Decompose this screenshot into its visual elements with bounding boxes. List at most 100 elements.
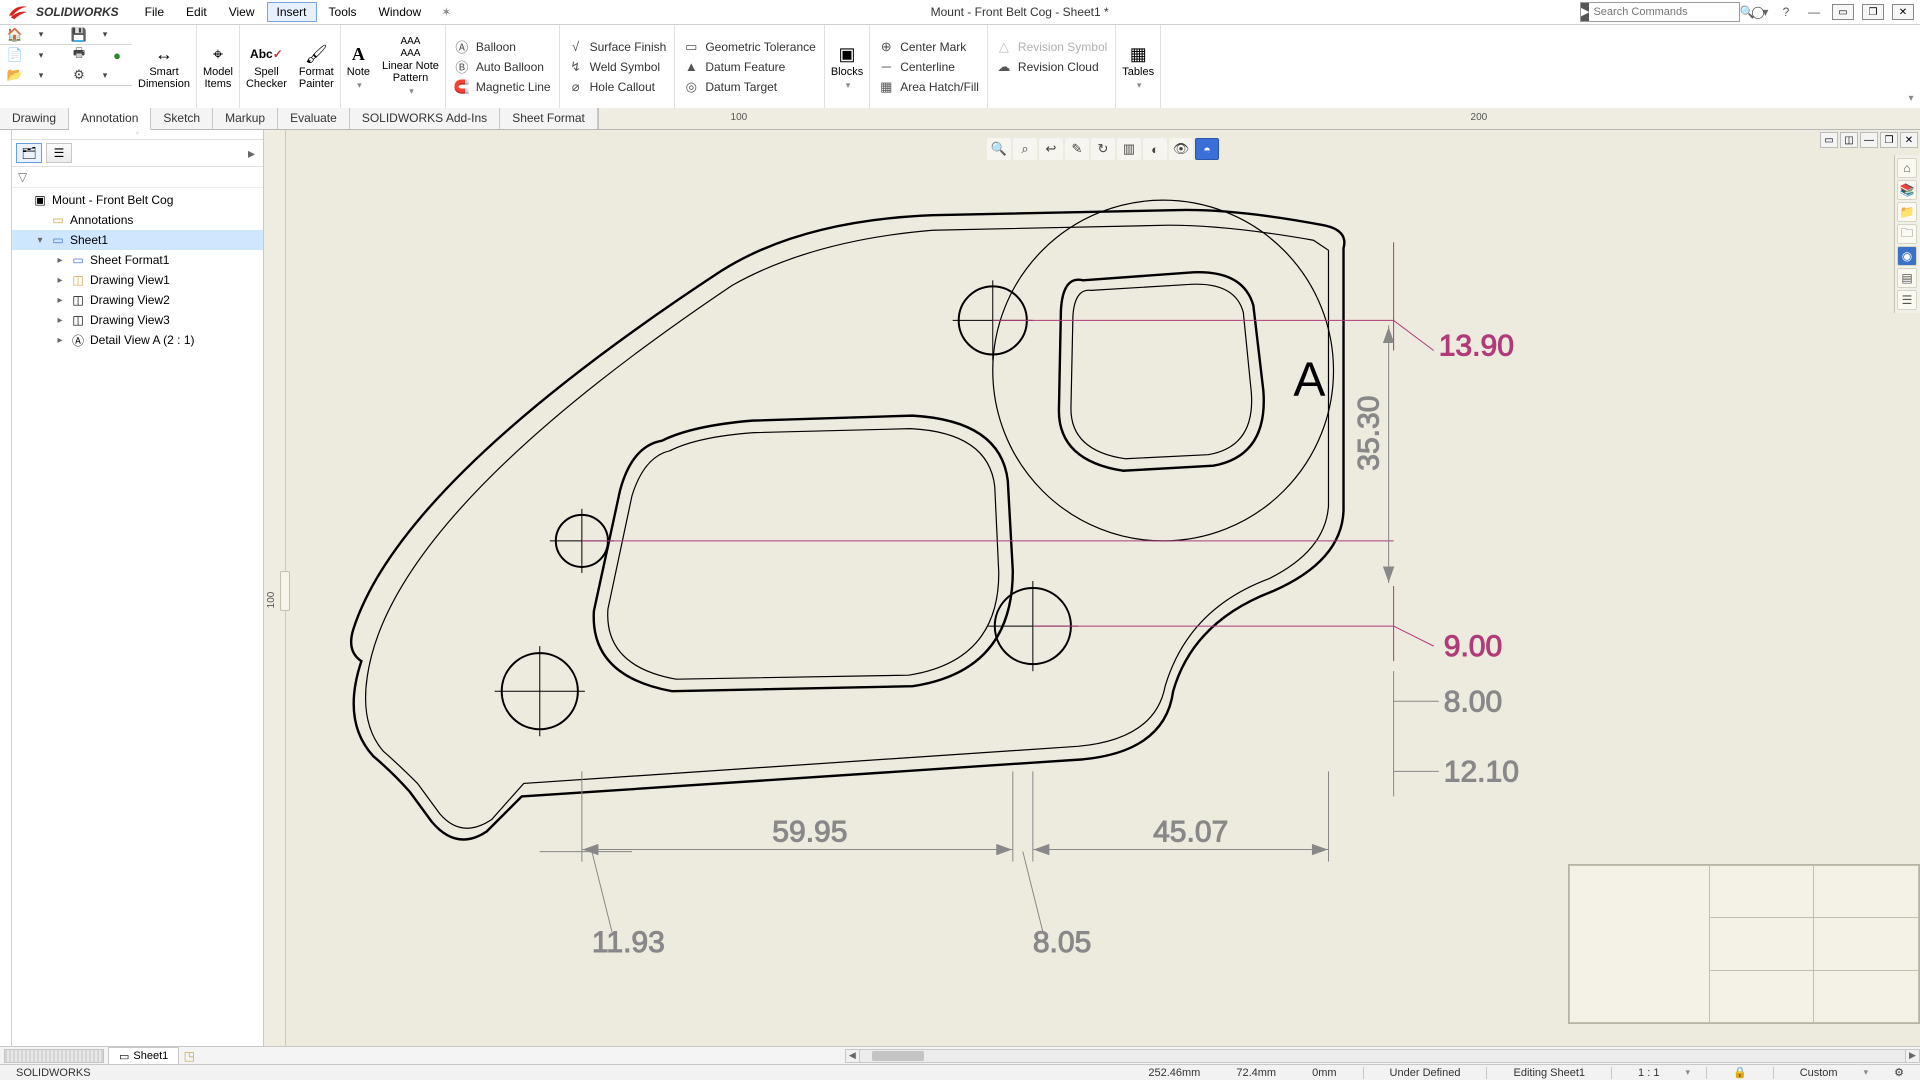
title-block[interactable]	[1568, 864, 1920, 1024]
status-state: Under Defined	[1380, 1067, 1471, 1079]
tree-view2[interactable]: ▸◫Drawing View2	[12, 290, 263, 310]
tree-annotations[interactable]: ▭Annotations	[12, 210, 263, 230]
options-dd-icon[interactable]: ▾	[94, 66, 116, 84]
tree-sheet-format[interactable]: ▸▭Sheet Format1	[12, 250, 263, 270]
tree-detail-a[interactable]: ▸ⒶDetail View A (2 : 1)	[12, 330, 263, 350]
format-icon: ▭	[70, 253, 86, 267]
detail-label[interactable]: A	[1293, 353, 1325, 407]
tables-button[interactable]: ▦Tables▾	[1116, 25, 1160, 108]
tree-view1[interactable]: ▸◫Drawing View1	[12, 270, 263, 290]
filter-icon[interactable]: ▽	[18, 170, 27, 184]
open-icon[interactable]: 📂	[4, 66, 26, 84]
maximize-button[interactable]: ❐	[1862, 4, 1884, 20]
dim-45-07[interactable]: 45.07	[1153, 816, 1228, 849]
menu-edit[interactable]: Edit	[176, 2, 217, 22]
format-painter-button[interactable]: 🖌Format Painter	[293, 25, 340, 108]
save-dd-icon[interactable]: ▾	[94, 26, 116, 44]
model-items-button[interactable]: ⌖Model Items	[197, 25, 239, 108]
scroll-right-icon[interactable]: ▶	[1905, 1050, 1919, 1062]
minimize-button[interactable]: —	[1804, 4, 1824, 20]
status-scale[interactable]: 1 : 1	[1628, 1067, 1669, 1079]
tree-root[interactable]: ▣Mount - Front Belt Cog	[12, 190, 263, 210]
blocks-button[interactable]: ▣Blocks▾	[825, 25, 869, 108]
menu-view[interactable]: View	[219, 2, 265, 22]
menu-window[interactable]: Window	[369, 2, 432, 22]
tab-markup[interactable]: Markup	[213, 108, 278, 129]
tab-annotation[interactable]: Annotation	[69, 108, 151, 130]
tab-sketch[interactable]: Sketch	[151, 108, 213, 129]
restore-button[interactable]: ▭	[1832, 4, 1854, 20]
surface-finish-button[interactable]: √Surface Finish	[568, 38, 667, 56]
dim-35-30[interactable]: 35.30	[1353, 396, 1386, 471]
home-icon[interactable]: 🏠	[4, 26, 26, 44]
status-units[interactable]: Custom	[1790, 1067, 1848, 1079]
menu-file[interactable]: File	[135, 2, 174, 22]
sheet-tab-1[interactable]: ▭Sheet1	[108, 1047, 179, 1065]
dim-9-00[interactable]: 9.00	[1444, 630, 1502, 663]
area-hatch-button[interactable]: ▦Area Hatch/Fill	[878, 78, 979, 96]
scale-dd-icon[interactable]: ▾	[1685, 1067, 1690, 1078]
drawing-canvas[interactable]: ▭ ◫ — ❐ ✕ 🔍 ⌕ ↩ ✎ ↻ ▥ ◐ 👁 ◓ ⌂ 📚 📁 🗀 ◉ ▤ …	[286, 130, 1920, 1052]
tab-drawing[interactable]: Drawing	[0, 108, 69, 129]
tab-addins[interactable]: SOLIDWORKS Add-Ins	[350, 108, 500, 129]
panel-drag-handle[interactable]	[12, 130, 263, 140]
new-dd-icon[interactable]: ▾	[30, 46, 52, 64]
pin-icon[interactable]: ✶	[433, 2, 459, 22]
linear-note-pattern-button[interactable]: AAAAAALinear Note Pattern▾	[376, 25, 445, 108]
save-icon[interactable]: 💾	[68, 26, 90, 44]
user-icon[interactable]: ◯	[1748, 4, 1768, 20]
add-sheet-button[interactable]: ◳	[179, 1049, 199, 1063]
horizontal-scrollbar[interactable]: ◀ ▶	[845, 1049, 1920, 1063]
scroll-left-icon[interactable]: ◀	[846, 1050, 860, 1062]
search-commands[interactable]: ▶ 🔍 ▾	[1580, 2, 1740, 22]
status-config-icon[interactable]: ⚙	[1884, 1066, 1914, 1079]
rebuild-icon[interactable]: ●	[106, 46, 128, 64]
folder-icon: ▭	[50, 213, 66, 227]
balloon-button[interactable]: ⒶBalloon	[454, 38, 551, 56]
help-icon[interactable]: ?	[1776, 4, 1796, 20]
magnetic-line-button[interactable]: 🧲Magnetic Line	[454, 78, 551, 96]
geometric-tolerance-button[interactable]: ▭Geometric Tolerance	[683, 38, 816, 56]
status-lock-icon[interactable]: 🔒	[1723, 1066, 1757, 1079]
open-dd-icon[interactable]: ▾	[30, 66, 52, 84]
feature-tree-tab[interactable]: 🗂	[16, 143, 42, 163]
property-tab[interactable]: ☰	[46, 143, 72, 163]
units-dd-icon[interactable]: ▾	[1864, 1067, 1869, 1078]
tab-sheet-format[interactable]: Sheet Format	[500, 108, 598, 129]
center-mark-button[interactable]: ⊕Center Mark	[878, 38, 979, 56]
search-input[interactable]	[1589, 6, 1735, 18]
revision-cloud-button[interactable]: ☁Revision Cloud	[996, 58, 1107, 76]
rev-symbol-icon: △	[996, 39, 1012, 55]
menu-tools[interactable]: Tools	[319, 2, 367, 22]
search-prefix-icon: ▶	[1581, 3, 1589, 21]
weld-symbol-button[interactable]: ↯Weld Symbol	[568, 58, 667, 76]
note-button[interactable]: ANote▾	[341, 25, 376, 108]
menu-insert[interactable]: Insert	[267, 2, 317, 22]
dim-59-95[interactable]: 59.95	[772, 816, 847, 849]
spell-checker-button[interactable]: Abc✓Spell Checker	[240, 25, 293, 108]
tree-view3[interactable]: ▸◫Drawing View3	[12, 310, 263, 330]
ribbon-collapse-icon[interactable]: ▾	[1902, 25, 1920, 108]
options-icon[interactable]: ⚙	[68, 66, 90, 84]
dim-13-90[interactable]: 13.90	[1439, 329, 1514, 362]
dim-8-00[interactable]: 8.00	[1444, 685, 1502, 718]
tab-scroll-handle[interactable]	[4, 1049, 104, 1063]
dim-8-05[interactable]: 8.05	[1033, 926, 1091, 959]
dim-12-10[interactable]: 12.10	[1444, 755, 1519, 788]
auto-balloon-button[interactable]: ⒷAuto Balloon	[454, 58, 551, 76]
smart-dimension-button[interactable]: ↔Smart Dimension	[132, 25, 196, 108]
datum-feature-button[interactable]: ▲Datum Feature	[683, 58, 816, 76]
centerline-button[interactable]: ─Centerline	[878, 58, 979, 76]
new-icon[interactable]: 📄	[4, 46, 26, 64]
panel-expand-icon[interactable]: ▸	[248, 145, 259, 162]
hole-callout-button[interactable]: ⌀Hole Callout	[568, 78, 667, 96]
print-icon[interactable]: 🖶	[68, 46, 90, 64]
detail-icon: Ⓐ	[70, 332, 86, 349]
home-dd-icon[interactable]: ▾	[30, 26, 52, 44]
tab-evaluate[interactable]: Evaluate	[278, 108, 350, 129]
note-icon: A	[352, 43, 365, 65]
dim-11-93[interactable]: 11.93	[592, 926, 665, 959]
tree-sheet1[interactable]: ▾▭Sheet1	[12, 230, 263, 250]
close-button[interactable]: ✕	[1892, 4, 1914, 20]
datum-target-button[interactable]: ◎Datum Target	[683, 78, 816, 96]
